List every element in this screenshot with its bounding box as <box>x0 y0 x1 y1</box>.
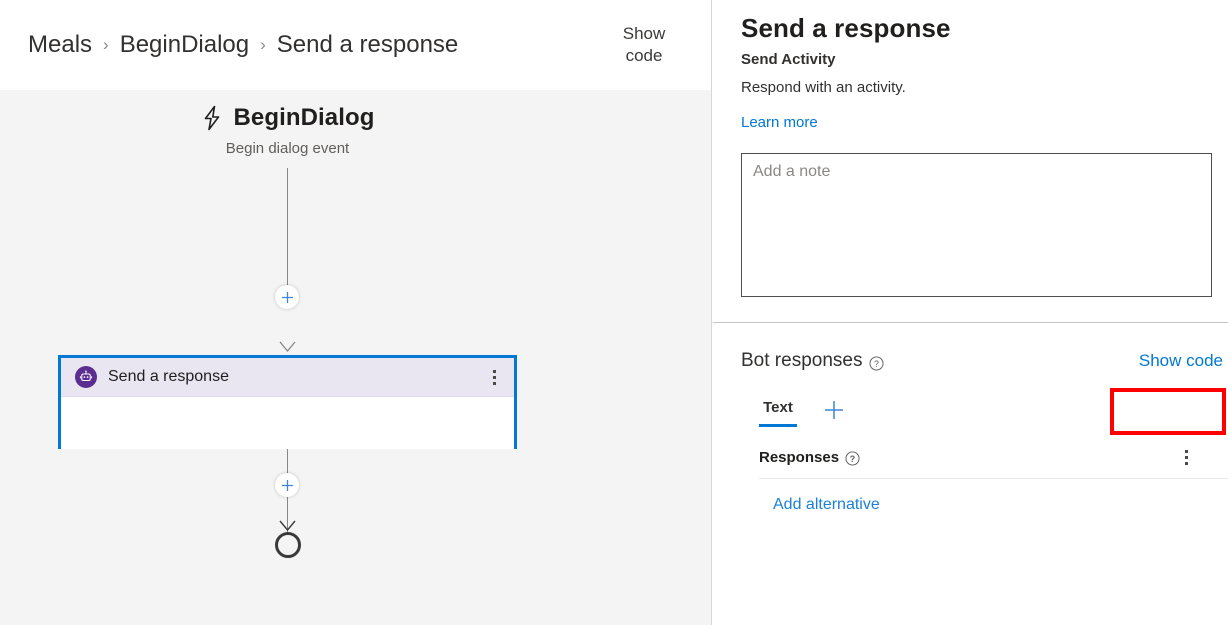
add-response-type-button[interactable] <box>823 399 845 426</box>
plus-icon <box>281 291 293 303</box>
action-node-body <box>61 397 514 449</box>
add-alternative-link[interactable]: Add alternative <box>773 496 880 514</box>
responses-menu-button[interactable] <box>1178 447 1194 467</box>
breadcrumb-bar: Meals › BeginDialog › Send a response Sh… <box>0 0 711 90</box>
add-action-button-bottom[interactable] <box>275 473 299 497</box>
show-code-toggle-top[interactable]: Show code <box>605 23 683 67</box>
plus-icon <box>281 479 293 491</box>
trigger-subtitle: Begin dialog event <box>225 140 350 157</box>
breadcrumb: Meals › BeginDialog › Send a response <box>28 31 605 59</box>
responses-header: Responses ? <box>741 447 1214 467</box>
tab-selected-indicator <box>759 424 797 427</box>
add-action-button-top[interactable] <box>275 285 299 309</box>
trigger-title-row: BeginDialog <box>200 104 374 132</box>
dialog-canvas-pane: Meals › BeginDialog › Send a response Sh… <box>0 0 712 625</box>
bot-responses-header: Bot responses ? Show code <box>741 349 1226 373</box>
responses-label: Responses <box>759 448 840 466</box>
bot-icon <box>75 366 97 388</box>
tab-text-label: Text <box>763 399 793 416</box>
responses-label-group: Responses ? <box>759 449 860 466</box>
trigger-node[interactable]: BeginDialog Begin dialog event <box>0 104 575 157</box>
note-input[interactable] <box>741 153 1212 297</box>
action-node-send-a-response[interactable]: Send a response <box>58 355 517 449</box>
panel-title: Send a response <box>741 13 951 43</box>
action-node-menu-button[interactable] <box>486 367 502 387</box>
breadcrumb-item-meals[interactable]: Meals <box>28 31 92 59</box>
plus-icon <box>825 401 843 419</box>
composer-window: Meals › BeginDialog › Send a response Sh… <box>0 0 1228 625</box>
breadcrumb-item-begindialog[interactable]: BeginDialog <box>120 31 249 59</box>
svg-text:?: ? <box>850 453 855 463</box>
properties-panel: Send a response Send Activity Respond wi… <box>713 0 1228 625</box>
responses-divider <box>759 478 1228 479</box>
chevron-right-icon: › <box>260 34 266 54</box>
end-node-icon <box>275 532 301 558</box>
help-circle-icon[interactable]: ? <box>869 355 884 371</box>
show-code-link[interactable]: Show code <box>1136 349 1226 373</box>
bot-responses-label: Bot responses <box>741 350 863 371</box>
chevron-right-icon: › <box>103 34 109 54</box>
panel-description: Respond with an activity. <box>741 79 906 96</box>
svg-text:?: ? <box>874 358 879 368</box>
bot-responses-label-group: Bot responses ? <box>741 350 884 372</box>
trigger-title: BeginDialog <box>233 104 375 131</box>
breadcrumb-item-send-a-response[interactable]: Send a response <box>277 31 458 59</box>
edge-trigger-to-node <box>287 168 288 297</box>
help-circle-icon[interactable]: ? <box>845 450 860 466</box>
panel-divider <box>713 322 1228 323</box>
learn-more-link[interactable]: Learn more <box>741 114 818 131</box>
tab-text[interactable]: Text <box>759 399 797 427</box>
action-node-label: Send a response <box>108 368 229 385</box>
flow-canvas[interactable]: BeginDialog Begin dialog event Send a re… <box>0 90 711 625</box>
lightning-bolt-icon <box>200 105 224 131</box>
response-type-tabs: Text <box>741 399 1214 427</box>
panel-subtitle: Send Activity <box>741 51 836 68</box>
action-node-header: Send a response <box>61 358 514 397</box>
